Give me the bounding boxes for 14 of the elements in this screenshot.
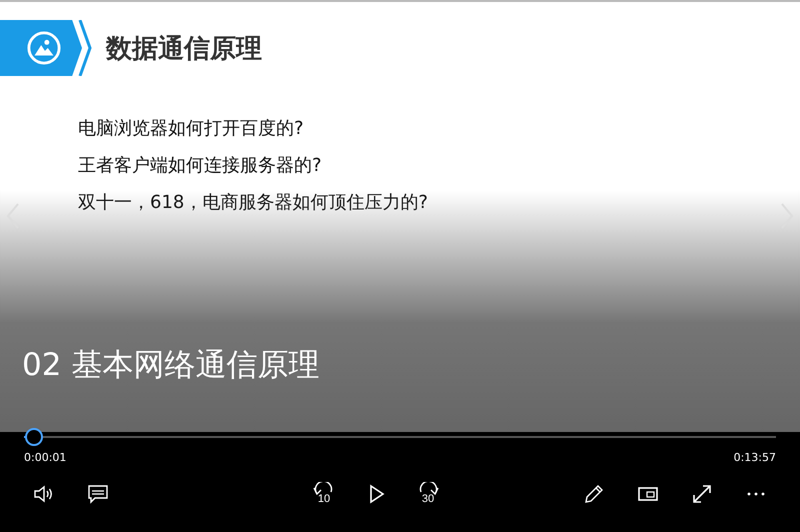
progress-thumb[interactable]	[24, 428, 43, 446]
more-icon	[747, 492, 765, 496]
skip-back-button[interactable]: 10	[308, 478, 340, 510]
fullscreen-icon	[690, 482, 714, 506]
chevron-icon	[78, 20, 92, 76]
question-text: 电脑浏览器如何打开百度的?	[78, 117, 305, 141]
question-text: 王者客户端如何连接服务器的?	[78, 154, 323, 178]
skip-forward-button[interactable]: 30	[412, 478, 444, 510]
elapsed-time: 0:00:01	[24, 451, 66, 464]
total-duration: 0:13:57	[734, 451, 776, 464]
chapter-title: 02 基本网络通信原理	[22, 346, 320, 385]
image-icon	[27, 31, 61, 65]
question-text: 双十一，618，电商服务器如何顶住压力的?	[78, 191, 429, 215]
slide-title: 数据通信原理	[106, 32, 262, 66]
